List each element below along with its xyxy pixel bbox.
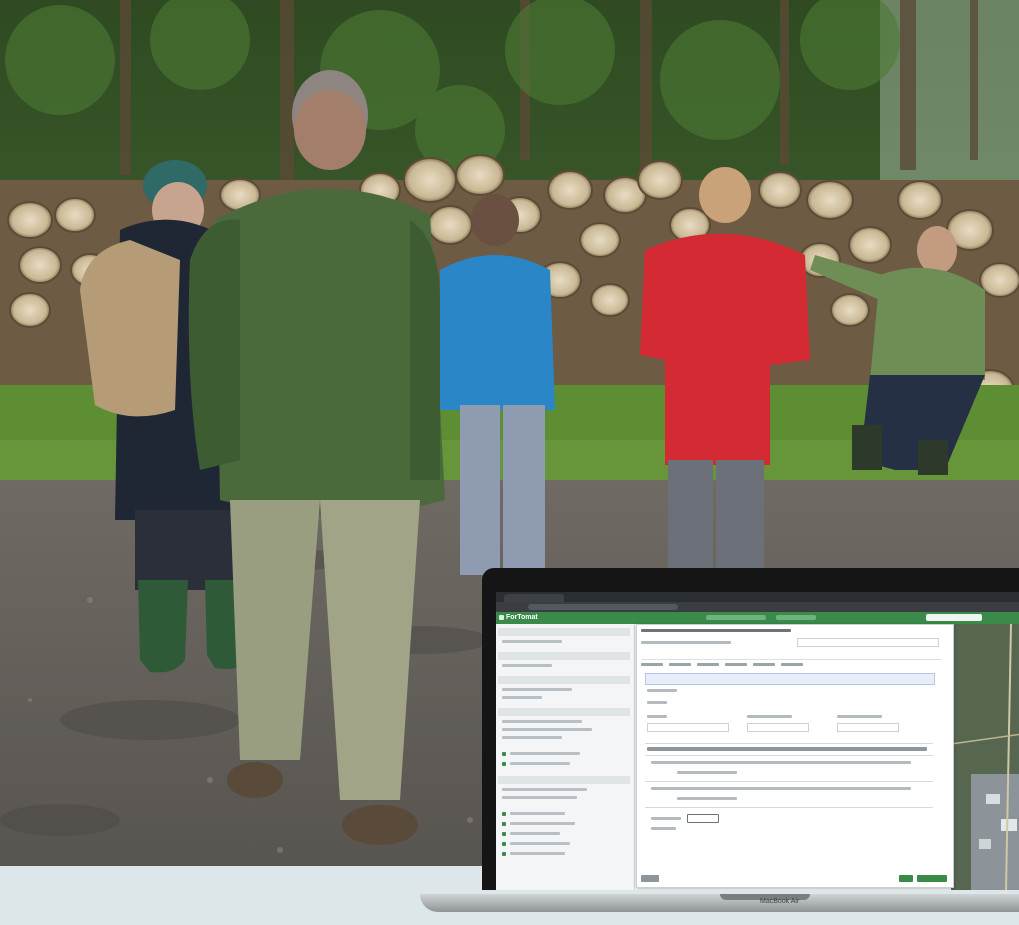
checkbox-icon [502,812,506,816]
sidebar-item [510,812,565,815]
table-row [651,761,911,764]
sidebar-section-header [498,652,630,660]
dialog-tab [725,663,747,666]
checkbox-icon [502,832,506,836]
satellite-map [950,623,1019,890]
table-divider [645,755,933,756]
sidebar-item [510,842,570,845]
app-nav-item [776,615,816,620]
dialog-subtitle [641,641,731,644]
app-logo-icon [499,615,504,620]
app-nav-item [706,615,766,620]
sidebar-item [502,640,562,643]
sidebar-item [510,752,580,755]
sidebar-section-header [498,676,630,684]
table-divider [645,743,933,744]
sidebar-item [502,720,582,723]
sidebar-item [510,822,575,825]
sidebar-item [510,762,570,765]
add-button [687,814,719,823]
year-field [647,723,729,732]
dialog-tab [753,663,775,666]
table-divider [645,781,933,782]
field-label [647,689,677,692]
sidebar-item [502,736,562,739]
dialog-title [641,629,791,632]
checkbox-icon [502,852,506,856]
reduction-field [837,723,899,732]
sidebar-section-header [498,628,630,636]
dialog-tab [641,663,663,666]
sidebar-item [502,788,587,791]
add-row-link [651,827,676,830]
sidebar-item [502,696,542,699]
sidebar-item [502,796,577,799]
browser-tab-bar [496,592,1019,602]
sidebar-item [502,688,572,691]
laptop-brand-label: MacBook Air [760,898,800,905]
year-selector [645,673,935,685]
save-and-close-button [917,875,947,882]
sidebar-item [502,664,552,667]
dialog-tabs [641,653,941,666]
field-label [837,715,882,718]
field-value [647,701,667,704]
table-row [651,787,911,790]
dialog-tab [669,663,691,666]
table-header [647,747,927,751]
table-row [677,771,737,774]
sidebar-item [510,852,565,855]
url-field [528,604,678,610]
table-row [677,797,737,800]
field-label [647,715,667,718]
dialog-tab [781,663,803,666]
add-tree-link [651,817,681,820]
laptop-screen: ForTomat [496,592,1019,890]
checkbox-icon [502,842,506,846]
management-dialog [636,624,954,888]
checkbox-icon [502,822,506,826]
sidebar-section-header [498,708,630,716]
sidebar-item [510,832,560,835]
browser-tab [504,594,564,602]
laptop-base [420,894,1019,912]
table-divider [645,807,933,808]
app-sidebar [496,624,635,890]
laptop: ForTomat MacBook Air [420,568,1019,925]
field-label [747,715,792,718]
planting-field [747,723,809,732]
browser-url-bar [496,602,1019,612]
app-search-input [926,614,982,621]
app-header: ForTomat [496,612,1019,624]
layer-icon [502,752,506,756]
sidebar-section-header [498,776,630,784]
sidebar-item [502,728,592,731]
layer-icon [502,762,506,766]
dialog-tab [697,663,719,666]
dialog-dropdown [797,638,939,647]
app-name: ForTomat [506,614,538,621]
save-button [899,875,913,882]
close-button [641,875,659,882]
